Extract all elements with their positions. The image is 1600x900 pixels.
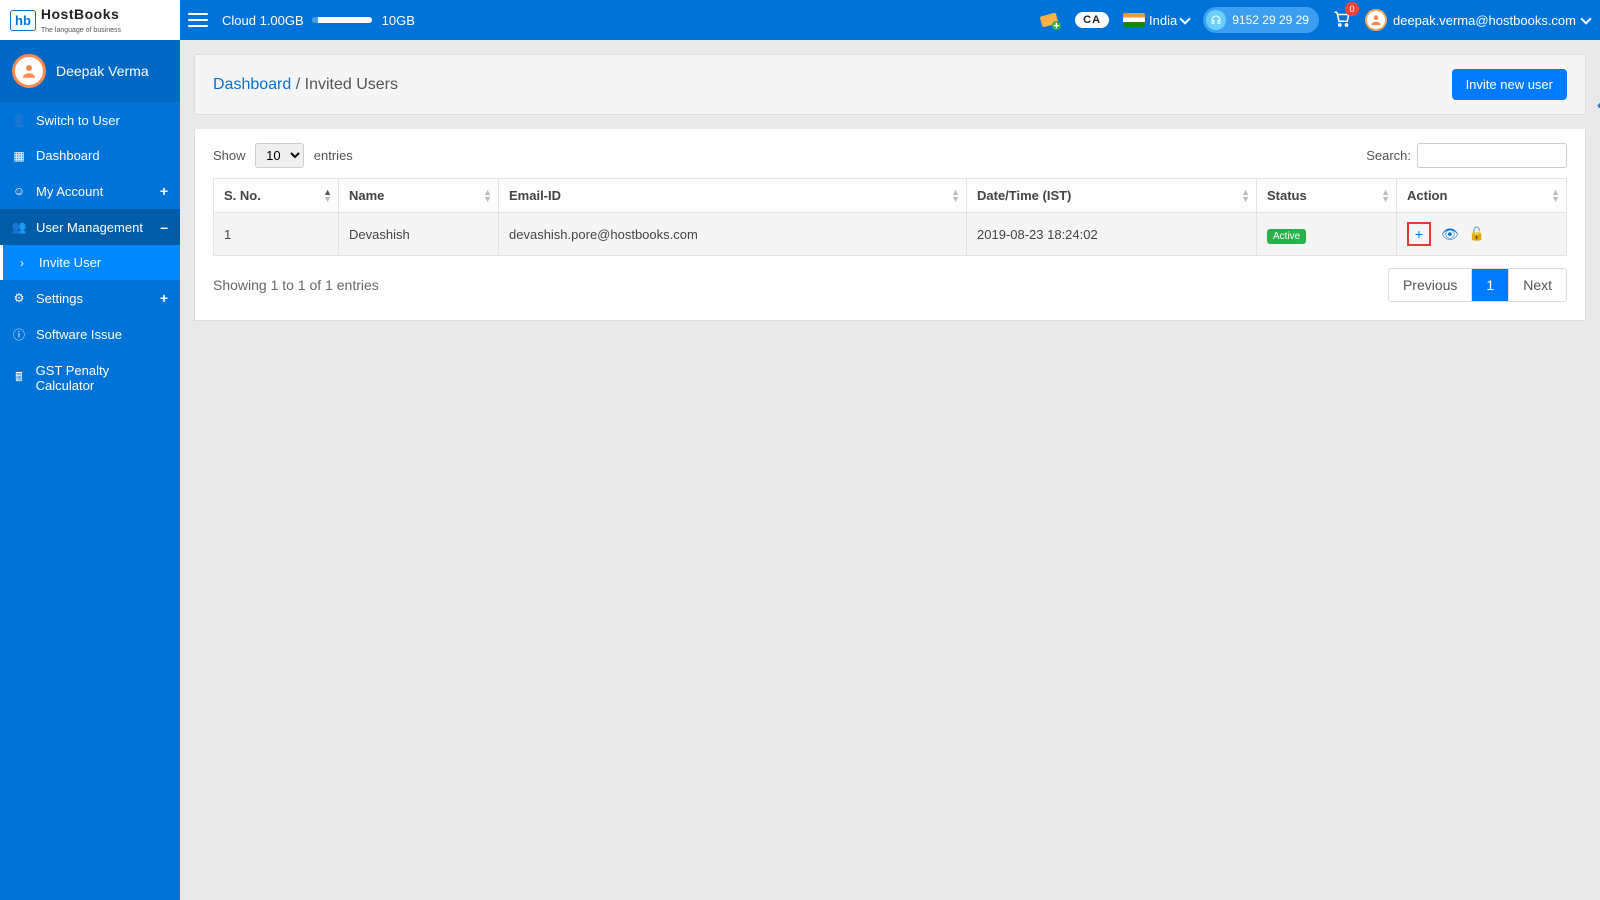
col-email[interactable]: Email-ID▲▼ bbox=[499, 179, 967, 213]
eye-icon: 👁 bbox=[1441, 226, 1459, 242]
table-info: Showing 1 to 1 of 1 entries bbox=[213, 277, 379, 293]
plus-icon: + bbox=[1415, 226, 1423, 242]
plus-icon: + bbox=[160, 183, 168, 199]
sidebar-item-user-management[interactable]: 👥 User Management – bbox=[0, 209, 180, 245]
unlock-icon: 🔓 bbox=[1469, 226, 1485, 241]
user-email-label: deepak.verma@hostbooks.com bbox=[1393, 13, 1576, 28]
sidebar-item-dashboard[interactable]: ▦ Dashboard bbox=[0, 138, 180, 173]
sidebar-toggle[interactable] bbox=[184, 6, 212, 34]
brand-subtitle: The language of business bbox=[41, 27, 121, 34]
topbar: hb HostBooks The language of business Cl… bbox=[0, 0, 1600, 40]
account-icon: ☺ bbox=[12, 184, 26, 198]
search-input[interactable] bbox=[1417, 143, 1567, 168]
sidebar-item-my-account[interactable]: ☺ My Account + bbox=[0, 173, 180, 209]
brand-short: hb bbox=[10, 10, 36, 31]
flag-india-icon bbox=[1123, 13, 1145, 27]
user-avatar-icon bbox=[12, 54, 46, 88]
cell-email: devashish.pore@hostbooks.com bbox=[499, 213, 967, 256]
user-avatar-icon bbox=[1365, 9, 1387, 31]
chevron-down-icon bbox=[1180, 13, 1191, 24]
cell-action: + 👁 🔓 bbox=[1397, 213, 1567, 256]
ca-badge[interactable]: CA bbox=[1075, 12, 1109, 28]
cart-count-badge: 0 bbox=[1345, 2, 1359, 16]
col-name[interactable]: Name▲▼ bbox=[339, 179, 499, 213]
sidebar-user-name: Deepak Verma bbox=[56, 63, 149, 79]
ticket-add-icon[interactable] bbox=[1039, 9, 1061, 31]
sidebar-profile[interactable]: Deepak Verma bbox=[0, 40, 180, 103]
page-1[interactable]: 1 bbox=[1471, 269, 1508, 301]
plus-icon: + bbox=[160, 290, 168, 306]
support-phone[interactable]: 9152 29 29 29 bbox=[1203, 7, 1319, 33]
cloud-max-label: 10GB bbox=[382, 13, 415, 28]
invite-new-user-button[interactable]: Invite new user bbox=[1452, 69, 1567, 100]
user-menu[interactable]: deepak.verma@hostbooks.com bbox=[1365, 9, 1590, 31]
col-datetime[interactable]: Date/Time (IST)▲▼ bbox=[967, 179, 1257, 213]
table-row: 1 Devashish devashish.pore@hostbooks.com… bbox=[214, 213, 1567, 256]
cloud-usage-label: Cloud 1.00GB bbox=[222, 13, 304, 28]
chevron-right-icon: › bbox=[15, 256, 29, 270]
brand-logo[interactable]: hb HostBooks The language of business bbox=[0, 0, 180, 40]
cloud-usage-bar bbox=[312, 17, 372, 23]
add-permission-button[interactable]: + bbox=[1407, 222, 1431, 246]
info-icon: ⓘ bbox=[12, 326, 26, 343]
cell-status: Active bbox=[1257, 213, 1397, 256]
country-label: India bbox=[1149, 13, 1177, 28]
breadcrumb-current: Invited Users bbox=[305, 76, 398, 93]
cell-name: Devashish bbox=[339, 213, 499, 256]
sidebar-item-gst-calculator[interactable]: 🖩 GST Penalty Calculator bbox=[0, 353, 180, 403]
cell-sno: 1 bbox=[214, 213, 339, 256]
country-selector[interactable]: India bbox=[1123, 13, 1189, 28]
entries-select[interactable]: 10 bbox=[255, 143, 304, 168]
phone-number: 9152 29 29 29 bbox=[1232, 13, 1309, 27]
chevron-down-icon bbox=[1580, 13, 1591, 24]
sidebar-item-switch-user[interactable]: 👤 Switch to User bbox=[0, 103, 180, 138]
main-content: ‹‹ Dashboard / Invited Users Invite new … bbox=[180, 40, 1600, 900]
cart-button[interactable]: 0 bbox=[1333, 10, 1351, 31]
col-sno[interactable]: S. No.▲▼ bbox=[214, 179, 339, 213]
status-badge: Active bbox=[1267, 229, 1306, 244]
minus-icon: – bbox=[160, 219, 168, 235]
col-action[interactable]: Action▲▼ bbox=[1397, 179, 1567, 213]
sidebar-item-invite-user[interactable]: › Invite User bbox=[3, 245, 180, 280]
gear-icon: ⚙ bbox=[12, 291, 26, 305]
breadcrumb: Dashboard / Invited Users bbox=[213, 76, 398, 94]
sidebar: Deepak Verma 👤 Switch to User ▦ Dashboar… bbox=[0, 40, 180, 900]
invited-users-table: S. No.▲▼ Name▲▼ Email-ID▲▼ Date/Time (IS… bbox=[213, 178, 1567, 256]
pagination: Previous 1 Next bbox=[1388, 268, 1567, 302]
users-icon: 👥 bbox=[12, 220, 26, 234]
search-label: Search: bbox=[1366, 148, 1411, 163]
breadcrumb-root[interactable]: Dashboard bbox=[213, 76, 291, 93]
col-status[interactable]: Status▲▼ bbox=[1257, 179, 1397, 213]
page-next[interactable]: Next bbox=[1508, 269, 1566, 301]
dashboard-icon: ▦ bbox=[12, 149, 26, 163]
sidebar-item-settings[interactable]: ⚙ Settings + bbox=[0, 280, 180, 316]
table-length-control: Show 10 entries bbox=[213, 143, 353, 168]
user-icon: 👤 bbox=[12, 114, 26, 128]
headset-icon bbox=[1206, 10, 1226, 30]
lock-button[interactable]: 🔓 bbox=[1469, 226, 1485, 242]
sidebar-item-software-issue[interactable]: ⓘ Software Issue bbox=[0, 316, 180, 353]
brand-title: HostBooks bbox=[41, 6, 119, 22]
invited-users-card: Show 10 entries Search: S. No.▲▼ Name▲▼ bbox=[194, 129, 1586, 321]
calculator-icon: 🖩 bbox=[12, 368, 26, 389]
page-header: Dashboard / Invited Users Invite new use… bbox=[194, 54, 1586, 115]
view-button[interactable]: 👁 bbox=[1441, 226, 1459, 243]
page-previous[interactable]: Previous bbox=[1389, 269, 1471, 301]
cell-datetime: 2019-08-23 18:24:02 bbox=[967, 213, 1257, 256]
